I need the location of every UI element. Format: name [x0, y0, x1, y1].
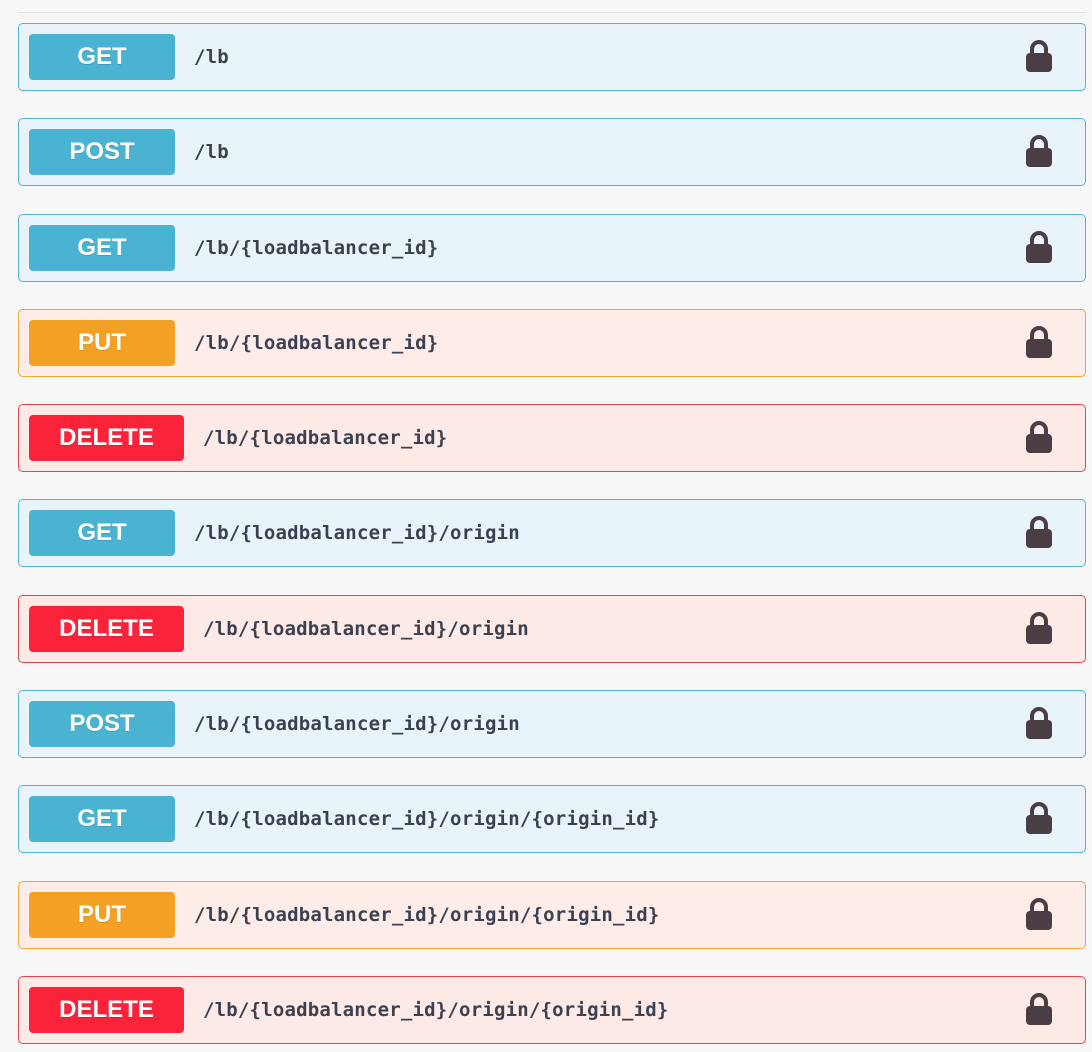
operation-row[interactable]: PUT /lb/{loadbalancer_id}/origin/{origin…: [18, 880, 1086, 949]
lock-icon[interactable]: [1025, 897, 1053, 931]
method-badge: GET: [29, 34, 175, 80]
operation-path: /lb: [194, 141, 229, 164]
method-badge: POST: [29, 701, 175, 748]
lock-icon[interactable]: [1025, 230, 1053, 264]
operation-row[interactable]: GET /lb/{loadbalancer_id}/origin: [18, 499, 1086, 568]
operation-row[interactable]: PUT /lb/{loadbalancer_id}: [18, 308, 1086, 377]
lock-icon[interactable]: [1025, 134, 1053, 168]
operation-path: /lb/{loadbalancer_id}/origin/{origin_id}: [203, 998, 669, 1021]
method-badge: GET: [29, 796, 175, 843]
lock-icon[interactable]: [1025, 39, 1053, 73]
method-badge: DELETE: [29, 415, 184, 462]
method-badge: GET: [29, 510, 175, 557]
lock-icon[interactable]: [1025, 992, 1053, 1026]
lock-icon[interactable]: [1025, 801, 1053, 835]
operation-row[interactable]: POST /lb: [18, 118, 1086, 187]
operation-row[interactable]: GET /lb/{loadbalancer_id}: [18, 213, 1086, 282]
operation-path: /lb: [194, 46, 229, 68]
operation-path: /lb/{loadbalancer_id}/origin/{origin_id}: [194, 808, 660, 831]
operations-page: GET /lb POST /lb GET /lb/{loadbalancer_i…: [0, 0, 1092, 1052]
operation-row[interactable]: DELETE /lb/{loadbalancer_id}/origin: [18, 594, 1086, 663]
operation-path: /lb/{loadbalancer_id}: [194, 331, 439, 354]
divider: [18, 12, 1086, 13]
operation-row[interactable]: DELETE /lb/{loadbalancer_id}: [18, 404, 1086, 473]
method-badge: PUT: [29, 891, 175, 938]
lock-icon[interactable]: [1025, 325, 1053, 359]
lock-icon[interactable]: [1025, 515, 1053, 549]
operation-path: /lb/{loadbalancer_id}/origin: [194, 713, 520, 736]
operation-row[interactable]: POST /lb/{loadbalancer_id}/origin: [18, 690, 1086, 759]
operation-list: GET /lb POST /lb GET /lb/{loadbalancer_i…: [18, 23, 1086, 1052]
lock-icon[interactable]: [1025, 611, 1053, 645]
method-badge: GET: [29, 224, 175, 271]
operation-path: /lb/{loadbalancer_id}/origin: [203, 617, 529, 640]
method-badge: DELETE: [29, 605, 184, 652]
lock-icon[interactable]: [1025, 420, 1053, 454]
operation-path: /lb/{loadbalancer_id}: [203, 427, 448, 450]
operation-path: /lb/{loadbalancer_id}: [194, 236, 439, 259]
operation-row[interactable]: GET /lb/{loadbalancer_id}/origin/{origin…: [18, 785, 1086, 854]
method-badge: PUT: [29, 319, 175, 366]
operation-row[interactable]: GET /lb: [18, 23, 1086, 91]
lock-icon[interactable]: [1025, 706, 1053, 740]
method-badge: DELETE: [29, 986, 184, 1033]
operation-path: /lb/{loadbalancer_id}/origin: [194, 522, 520, 545]
operation-path: /lb/{loadbalancer_id}/origin/{origin_id}: [194, 903, 660, 926]
operation-row[interactable]: DELETE /lb/{loadbalancer_id}/origin/{ori…: [18, 975, 1086, 1044]
method-badge: POST: [29, 129, 175, 176]
